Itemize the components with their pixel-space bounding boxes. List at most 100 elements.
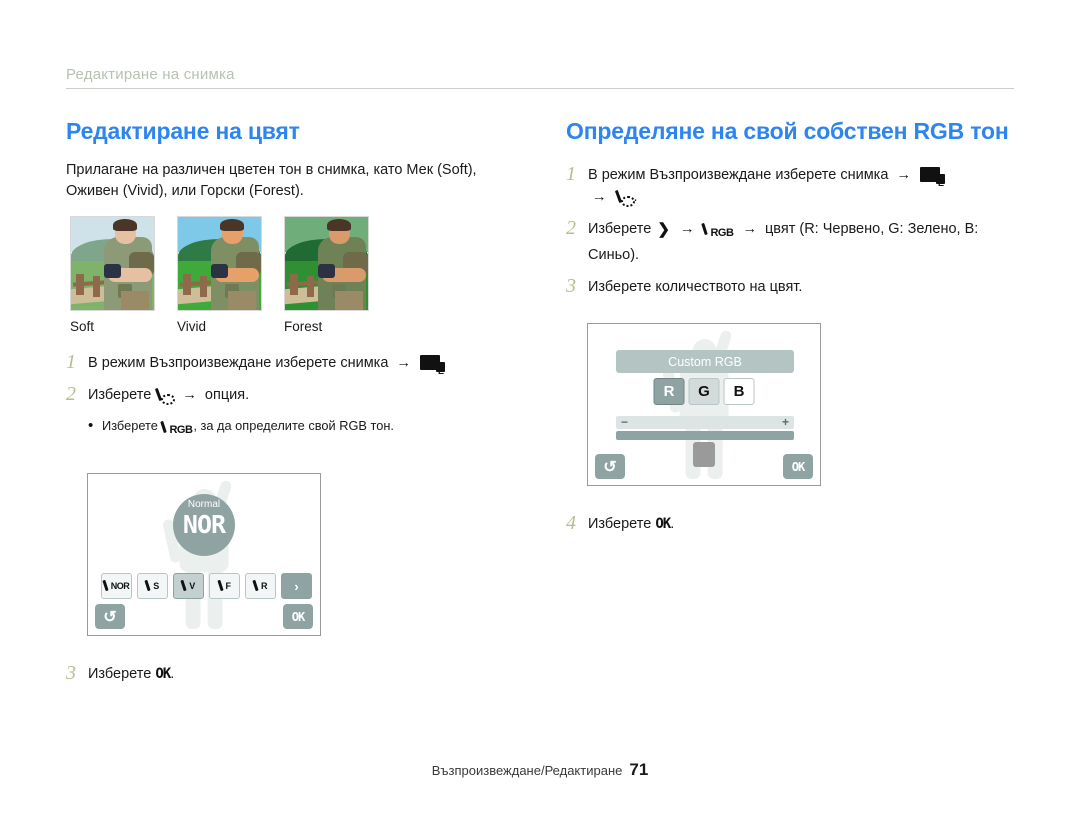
sample-photo-forest xyxy=(284,215,369,311)
step-number: 2 xyxy=(566,216,576,239)
step-text: В режим Възпроизвеждане изберете снимка … xyxy=(88,352,445,375)
custom-rgb-title: Custom RGB xyxy=(616,350,794,373)
left-lead-text: Прилагане на различен цветен тон в снимк… xyxy=(66,161,477,199)
sample-photo-soft xyxy=(70,215,155,311)
left-section-title: Редактиране на цвят xyxy=(66,118,300,144)
arrow-icon: → xyxy=(742,220,757,237)
running-header-title: Редактиране на снимка xyxy=(66,66,235,83)
right-column: Определяне на свой собствен RGB тон 1 В … xyxy=(566,118,1021,308)
step-item: 3 Изберете OK. xyxy=(66,663,174,685)
channel-button-red[interactable]: R xyxy=(653,378,685,405)
step-text: Изберете количеството на цвят. xyxy=(588,278,803,295)
rgb-brush-icon: RGB xyxy=(703,222,733,244)
step-text: Изберете ❯ → RGB → цвят (R: Червено, G: … xyxy=(588,218,1021,266)
filter-button-nor[interactable]: NOR xyxy=(101,573,132,599)
sub-step-pre: Изберете xyxy=(102,417,158,433)
step-item: 3 Изберете количеството на цвят. xyxy=(566,274,1021,298)
page-footer: Възпроизвеждане/Редактиране 71 xyxy=(0,760,1080,780)
step-number: 2 xyxy=(66,382,76,405)
brush-icon xyxy=(614,189,635,207)
sample-photo-vivid xyxy=(177,215,262,311)
lcd-preview-photo-style: Normal NOR NOR S V F R › ↺ OK xyxy=(87,473,321,636)
sub-step-text: Изберете RGB, за да определите свой RGB … xyxy=(102,416,394,440)
arrow-icon: → xyxy=(592,188,607,205)
ok-glyph-icon: OK xyxy=(155,666,171,682)
thumbnail-gallery: Soft Vivid Forest xyxy=(70,215,521,334)
left-final-step: 3 Изберете OK. xyxy=(66,663,174,695)
step-item: 2 Изберете → опция. xyxy=(66,382,521,406)
thumbnail-label: Vivid xyxy=(177,318,207,334)
step-item: 2 Изберете ❯ → RGB → цвят (R: Червено, G… xyxy=(566,216,1021,266)
slider-plus-label: + xyxy=(781,415,789,429)
badge-value: NOR xyxy=(182,510,226,539)
step-text-post: . xyxy=(635,246,640,263)
ok-glyph-icon: OK xyxy=(655,516,671,532)
step-text: В режим Възпроизвеждане изберете снимка … xyxy=(588,164,945,208)
rgb-channel-buttons: R G B xyxy=(653,378,755,405)
step-number: 1 xyxy=(66,350,76,373)
next-page-button[interactable]: › xyxy=(281,573,312,599)
page-number: 71 xyxy=(629,760,649,779)
badge-caption: Normal xyxy=(187,499,221,510)
filter-label: V xyxy=(182,581,195,591)
page: Редактиране на снимка Редактиране на цвя… xyxy=(0,0,1080,815)
filter-label: F xyxy=(219,581,232,591)
step-number: 3 xyxy=(66,662,76,684)
left-steps: 1 В режим Възпроизвеждане изберете снимк… xyxy=(66,350,521,440)
step-text-pre: Изберете xyxy=(588,220,652,237)
filter-label: NOR xyxy=(104,581,130,591)
brush-icon xyxy=(155,387,176,405)
slider-minus-label: − xyxy=(621,415,629,429)
step-text-post: . xyxy=(170,666,175,682)
step-text-pre: В режим Възпроизвеждане изберете снимка xyxy=(88,354,389,371)
thumbnail-item: Forest xyxy=(284,215,369,334)
filter-button-retro[interactable]: R xyxy=(245,573,276,599)
channel-button-green[interactable]: G xyxy=(688,378,720,405)
step-text: Изберете → опция. xyxy=(88,384,249,406)
step-text-pre: Изберете xyxy=(88,666,152,682)
step-number: 3 xyxy=(566,274,576,297)
arrow-icon: → xyxy=(896,166,911,183)
header-divider xyxy=(66,88,1014,89)
thumbnail-label: Soft xyxy=(70,318,95,334)
slider-fill xyxy=(616,431,794,440)
filter-button-forest[interactable]: F xyxy=(209,573,240,599)
sub-step-post: , за да определите свой RGB тон. xyxy=(193,417,394,433)
step-number: 4 xyxy=(566,512,576,534)
filter-button-row: NOR S V F R › xyxy=(101,573,312,599)
thumbnail-label: Forest xyxy=(284,318,323,334)
footer-text: Възпроизвеждане/Редактиране xyxy=(431,763,623,778)
arrow-icon: → xyxy=(679,220,695,237)
step-text-pre: Изберете xyxy=(88,386,152,403)
rgb-brush-icon: RGB xyxy=(162,420,192,440)
thumbnail-item: Soft xyxy=(70,215,155,334)
arrow-icon: → xyxy=(396,354,411,371)
ok-button[interactable]: OK xyxy=(783,454,813,479)
step-text-post: . xyxy=(245,386,250,403)
bullet-icon: • xyxy=(88,416,94,434)
filter-button-vivid[interactable]: V xyxy=(173,573,204,599)
slider-track[interactable]: − + xyxy=(616,416,794,429)
chevron-right-icon: ❯ xyxy=(657,220,670,238)
channel-button-blue[interactable]: B xyxy=(723,378,755,405)
back-button[interactable]: ↺ xyxy=(595,454,625,479)
step-item: 1 В режим Възпроизвеждане изберете снимк… xyxy=(566,162,1021,208)
left-column: Редактиране на цвят Прилагане на различе… xyxy=(66,118,521,440)
step-text-post: . xyxy=(670,516,675,532)
slider-handle[interactable] xyxy=(693,442,715,467)
lcd-preview-custom-rgb: Custom RGB R G B − + ↺ OK xyxy=(587,323,821,486)
step-item: 4 Изберете OK. xyxy=(566,513,674,535)
filter-label: S xyxy=(146,581,159,591)
color-amount-slider[interactable]: − + xyxy=(616,416,794,440)
right-section-title: Определяне на свой собствен RGB тон xyxy=(566,118,1009,144)
normal-mode-badge: Normal NOR xyxy=(173,494,235,556)
right-steps: 1 В режим Възпроизвеждане изберете снимк… xyxy=(566,162,1021,298)
step-text-pre: В режим Възпроизвеждане изберете снимка xyxy=(588,166,889,183)
step-number: 1 xyxy=(566,162,576,185)
sub-step-item: • Изберете RGB, за да определите свой RG… xyxy=(88,416,521,440)
playback-mode-icon: E xyxy=(919,166,945,187)
ok-button[interactable]: OK xyxy=(283,604,313,629)
filter-button-soft[interactable]: S xyxy=(137,573,168,599)
back-button[interactable]: ↺ xyxy=(95,604,125,629)
right-final-step: 4 Изберете OK. xyxy=(566,513,674,545)
